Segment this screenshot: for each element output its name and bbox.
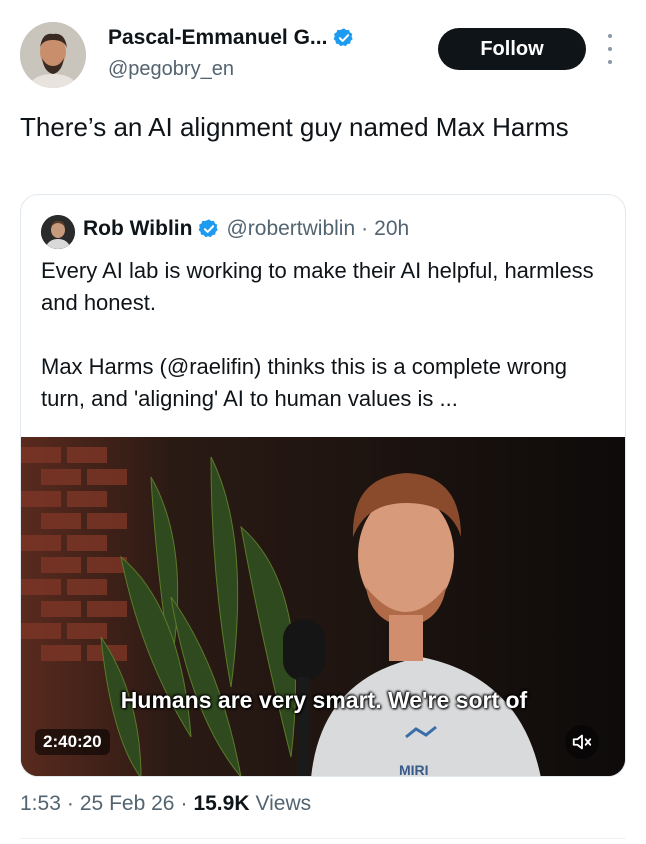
video-caption: Humans are very smart. We're sort of: [120, 687, 528, 713]
quoted-tweet-time[interactable]: 20h: [374, 217, 409, 241]
separator-dot: ·: [66, 792, 74, 815]
mute-button[interactable]: [565, 725, 599, 759]
views-count[interactable]: 15.9K: [193, 792, 249, 816]
quoted-author-avatar[interactable]: [41, 215, 75, 249]
post-date[interactable]: 25 Feb 26: [80, 792, 175, 816]
tweet-text: There’s an AI alignment guy named Max Ha…: [20, 112, 569, 142]
quoted-author-handle[interactable]: @robertwiblin: [226, 217, 355, 241]
author-name-text[interactable]: Pascal-Emmanuel G...: [108, 26, 327, 50]
quoted-author-name[interactable]: Rob Wiblin: [83, 217, 192, 241]
author-handle[interactable]: @pegobry_en: [108, 58, 234, 81]
video-duration: 2:40:20: [35, 729, 110, 755]
quoted-tweet-header: Rob Wiblin @robertwiblin · 20h: [83, 217, 409, 241]
post-time[interactable]: 1:53: [20, 792, 61, 816]
divider: [20, 838, 626, 839]
separator-dot: ·: [361, 217, 369, 240]
tweet-metadata: 1:53 · 25 Feb 26 · 15.9K Views: [20, 792, 311, 816]
author-name[interactable]: Pascal-Emmanuel G...: [108, 26, 355, 50]
views-label: Views: [255, 792, 312, 815]
more-options-icon[interactable]: [602, 34, 618, 64]
quoted-tweet-paragraph-1: Every AI lab is working to make their AI…: [41, 258, 594, 315]
verified-badge-icon: [334, 28, 354, 47]
quoted-tweet-text: Every AI lab is working to make their AI…: [41, 255, 611, 415]
video-frame-image: MIRI: [21, 437, 625, 777]
author-avatar[interactable]: [20, 22, 86, 88]
quoted-tweet-paragraph-2: Max Harms (@raelifin) thinks this is a c…: [41, 354, 568, 411]
shirt-logo-text: MIRI: [399, 762, 429, 777]
speaker-muted-icon: [572, 734, 592, 750]
follow-button[interactable]: Follow: [438, 28, 586, 70]
verified-badge-icon: [199, 219, 219, 238]
quoted-tweet-card[interactable]: Rob Wiblin @robertwiblin · 20h Every AI …: [20, 194, 626, 777]
separator-dot: ·: [180, 792, 188, 815]
video-player[interactable]: MIRI Humans are very smart. We're sort o…: [21, 437, 625, 777]
